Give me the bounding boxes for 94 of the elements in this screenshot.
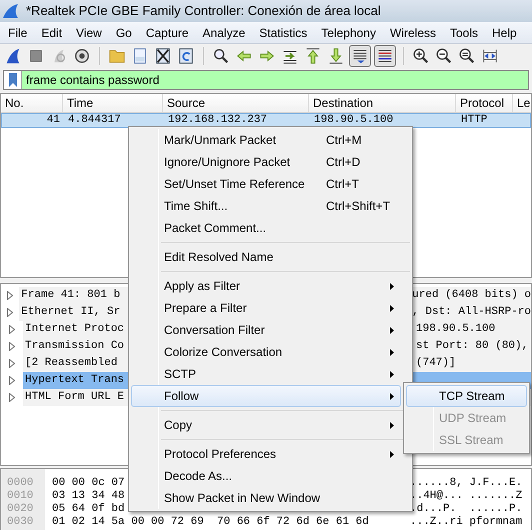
menu-item[interactable]: Tools xyxy=(443,24,486,42)
autoscroll-icon xyxy=(351,47,369,65)
close-file-icon xyxy=(154,47,172,65)
menu-item[interactable]: Analyze xyxy=(196,24,252,42)
bookmark-icon[interactable] xyxy=(8,73,18,87)
submenu-arrow-icon xyxy=(390,393,394,400)
up-arrow-icon xyxy=(304,47,322,65)
submenu-arrow-icon xyxy=(390,349,394,356)
byte-offset: 0000 xyxy=(7,476,34,490)
fin-icon xyxy=(4,47,22,65)
menu-item[interactable]: File xyxy=(1,24,34,42)
detail-text: Internet Protoc xyxy=(25,323,124,336)
down-arrow-icon xyxy=(327,47,345,65)
menu-item[interactable]: Help xyxy=(485,24,524,42)
detail-text: Transmission Co xyxy=(25,340,124,352)
table-cell-text: 4.844317 xyxy=(68,113,121,128)
submenu-arrow-icon xyxy=(390,371,394,378)
detail-text: 198.90.5.100 xyxy=(416,322,496,338)
zoom-out-icon xyxy=(435,47,453,65)
app-logo-icon xyxy=(2,3,20,19)
byte-offset: 0030 xyxy=(7,515,34,530)
window-title: *Realtek PCIe GBE Family Controller: Conexión de área local xyxy=(26,2,381,20)
gear-icon xyxy=(73,47,91,65)
menu-item[interactable]: TCP Stream xyxy=(406,385,527,407)
menu-item[interactable]: Ignore/Unignore Packet Ctrl+D xyxy=(131,151,401,173)
submenu-arrow-icon xyxy=(390,451,394,458)
hex-bytes: 00 00 0c 07 xyxy=(52,477,125,490)
menu-item[interactable]: Show Packet in New Window xyxy=(131,487,401,509)
zoom-reset-icon xyxy=(458,47,476,65)
hex-bytes: 05 64 0f bd xyxy=(52,503,125,516)
submenu-arrow-icon xyxy=(390,422,394,429)
menu-item[interactable]: Copy xyxy=(131,414,401,436)
detail-text: Frame 41: 801 b xyxy=(21,289,120,302)
detail-text: Hypertext Trans xyxy=(25,374,124,386)
submenu-arrow-icon xyxy=(390,327,394,334)
menu-item[interactable]: Statistics xyxy=(252,24,314,42)
menu-item[interactable]: Conversation Filter xyxy=(131,319,401,341)
menu-item[interactable]: Edit xyxy=(34,24,70,42)
zoom-in-icon xyxy=(412,47,430,65)
menu-item[interactable]: Set/Unset Time Reference Ctrl+T xyxy=(131,173,401,195)
ascii-bytes: .d...P. ......P. xyxy=(410,502,522,516)
packet-row[interactable]: 41 4.844317 192.168.132.237 198.90.5.100 HTTP xyxy=(1,113,531,128)
detail-text: [2 Reassembled xyxy=(25,357,118,370)
column-header[interactable]: Time xyxy=(63,94,163,112)
byte-offset: 0020 xyxy=(7,502,34,516)
menu-item[interactable]: Telephony xyxy=(314,24,383,42)
ascii-bytes: ...Z..ri pformnam xyxy=(410,515,522,530)
reload-icon xyxy=(177,47,195,65)
menu-item[interactable]: Edit Resolved Name xyxy=(131,246,401,268)
column-header[interactable]: Source xyxy=(163,94,309,112)
detail-text: st Port: 80 (80), xyxy=(416,339,528,354)
stop-icon xyxy=(27,47,45,65)
column-header[interactable]: Le xyxy=(513,94,532,112)
search-icon xyxy=(212,47,230,65)
ascii-bytes: ..4H@... .......Z xyxy=(410,489,522,503)
colorize-icon xyxy=(376,47,394,65)
menu-item[interactable]: Apply as Filter xyxy=(131,275,401,297)
menu-item[interactable]: View xyxy=(69,24,109,42)
toolbar-button[interactable] xyxy=(374,45,396,67)
menu-item[interactable]: Decode As... xyxy=(131,465,401,487)
menu-item[interactable]: SCTP xyxy=(131,363,401,385)
byte-offset: 0010 xyxy=(7,489,34,504)
table-cell-text: 41 xyxy=(46,113,60,128)
file-icon xyxy=(131,47,149,65)
column-header[interactable]: Destination xyxy=(309,94,456,112)
detail-text: ured (6408 bits) o xyxy=(412,288,531,304)
table-cell-text: HTTP xyxy=(461,113,488,128)
column-header[interactable]: No. xyxy=(1,94,63,112)
filter-field[interactable]: frame contains password xyxy=(3,70,529,90)
column-header[interactable]: Protocol xyxy=(456,94,513,112)
detail-text: Ethernet II, Sr xyxy=(21,306,120,318)
menu-item[interactable]: Time Shift... Ctrl+Shift+T xyxy=(131,195,401,217)
hex-bytes: 03 13 34 48 xyxy=(52,490,125,502)
menu-item[interactable]: Go xyxy=(108,24,139,42)
folder-icon xyxy=(108,47,126,65)
detail-text: (747)] xyxy=(416,356,456,372)
menu-item[interactable]: Capture xyxy=(138,24,196,42)
menu-item[interactable]: Colorize Conversation xyxy=(131,341,401,363)
menu-item[interactable]: Wireless xyxy=(382,24,443,42)
ascii-bytes: ......8, J.F...E. xyxy=(410,476,522,490)
submenu-arrow-icon xyxy=(390,305,394,312)
table-cell-text: 192.168.132.237 xyxy=(168,113,268,128)
detail-text: HTML Form URL E xyxy=(25,391,124,404)
menu-item[interactable]: Prepare a Filter xyxy=(131,297,401,319)
submenu-arrow-icon xyxy=(390,283,394,290)
menu-item[interactable]: Protocol Preferences xyxy=(131,443,401,465)
table-cell-text: 198.90.5.100 xyxy=(314,113,394,128)
resize-columns-icon xyxy=(481,47,499,65)
menu-item[interactable]: Follow xyxy=(131,385,401,407)
detail-text: , Dst: All-HSRP-ro xyxy=(412,305,531,320)
hex-bytes: 01 02 14 5a 00 00 72 69 70 66 6f 72 6d 6e 61 6d xyxy=(52,516,369,528)
menu-item[interactable]: Packet Comment... xyxy=(131,217,401,239)
menu-item[interactable]: Mark/Unmark Packet Ctrl+M xyxy=(131,129,401,151)
toolbar-button[interactable] xyxy=(349,45,371,67)
